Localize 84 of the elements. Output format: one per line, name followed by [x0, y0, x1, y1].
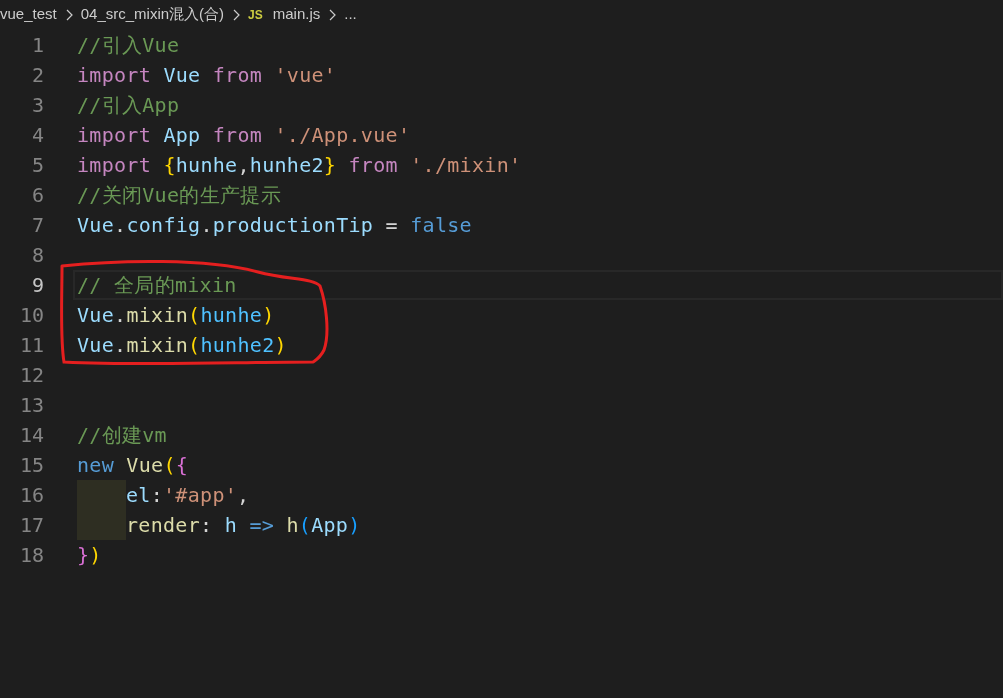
line-number: 15: [18, 452, 44, 479]
code-token: {: [175, 452, 189, 478]
code-token: (: [188, 302, 201, 328]
code-token: Vue: [125, 452, 164, 478]
code-token: App: [311, 512, 349, 538]
code-token: hunhe2: [249, 152, 324, 178]
chevron-right-icon: [232, 8, 241, 21]
line-number: 13: [18, 392, 44, 419]
code-token: (: [163, 452, 176, 478]
line-number: 16: [18, 482, 44, 509]
breadcrumb-item[interactable]: ...: [344, 3, 357, 26]
code-token: import: [77, 62, 152, 88]
code-token: App: [162, 122, 201, 148]
code-token: //关闭Vue的生产提示: [77, 182, 281, 208]
code-token: //引入Vue: [77, 32, 180, 58]
code-token: Vue: [77, 332, 115, 358]
code-token: Vue: [77, 212, 115, 238]
line-number: 2: [30, 62, 44, 89]
line-number: 18: [18, 542, 44, 569]
code-token: //创建vm: [77, 422, 167, 448]
code-token: mixin: [126, 332, 189, 358]
line-number: 14: [18, 422, 44, 449]
code-token: Vue: [77, 302, 115, 328]
code-token: h: [285, 512, 299, 538]
code-token: .: [114, 332, 127, 358]
line-number: 6: [30, 182, 44, 209]
code-token: mixin: [126, 302, 189, 328]
javascript-file-icon: JS: [248, 5, 263, 24]
code-token: }: [77, 542, 90, 568]
code-token: hunhe2: [200, 332, 275, 358]
breadcrumb-item[interactable]: 04_src_mixin混入(合): [80, 3, 225, 26]
code-token: :: [150, 482, 164, 508]
code-token: (: [298, 512, 312, 538]
code-token: import: [77, 152, 152, 178]
code-token: render: [126, 512, 201, 538]
code-token: import: [77, 122, 152, 148]
code-token: .: [200, 212, 213, 238]
code-token: =: [384, 212, 398, 238]
breadcrumb-item[interactable]: vue_test: [0, 3, 57, 26]
code-token: =>: [248, 512, 275, 538]
line-number: 4: [30, 122, 44, 149]
code-token: ): [274, 332, 287, 358]
chevron-right-icon: [328, 8, 337, 21]
code-token: ): [89, 542, 102, 568]
code-token: config: [126, 212, 201, 238]
code-token: .: [114, 302, 127, 328]
code-token: new: [77, 452, 115, 478]
line-number: 9: [30, 272, 44, 299]
breadcrumb-item[interactable]: main.js: [272, 3, 321, 26]
code-token: productionTip: [212, 212, 374, 238]
code-token: //引入App: [77, 92, 180, 118]
code-token: ): [262, 302, 275, 328]
line-number: 12: [18, 362, 44, 389]
line-number: 8: [30, 242, 44, 269]
code-token: // 全局的mixin: [77, 272, 237, 298]
line-number: 10: [18, 302, 44, 329]
code-token: from: [211, 122, 263, 148]
code-token: (: [188, 332, 201, 358]
code-token: {: [162, 152, 176, 178]
code-token: h: [223, 512, 238, 538]
line-number: 1: [30, 32, 44, 59]
code-token: './mixin': [409, 152, 522, 178]
code-token: }: [323, 152, 337, 178]
line-number: 17: [18, 512, 44, 539]
code-token: ): [348, 512, 361, 538]
code-token: :: [200, 512, 213, 538]
code-token: false: [409, 212, 472, 238]
code-token: .: [114, 212, 127, 238]
line-number: 11: [18, 332, 44, 359]
code-token: ,: [237, 482, 250, 508]
line-number: 7: [30, 212, 44, 239]
code-token: hunhe: [175, 152, 238, 178]
code-token: 'vue': [273, 62, 337, 88]
code-token: './App.vue': [273, 122, 411, 148]
code-token: '#app': [163, 482, 238, 508]
code-token: Vue: [162, 62, 201, 88]
code-token: el: [126, 482, 151, 508]
code-token: ,: [237, 152, 250, 178]
code-token: from: [347, 152, 398, 178]
code-token: hunhe: [200, 302, 263, 328]
chevron-right-icon: [64, 8, 73, 21]
line-number: 5: [30, 152, 44, 179]
code-token: from: [211, 62, 263, 88]
line-number: 3: [30, 92, 44, 119]
